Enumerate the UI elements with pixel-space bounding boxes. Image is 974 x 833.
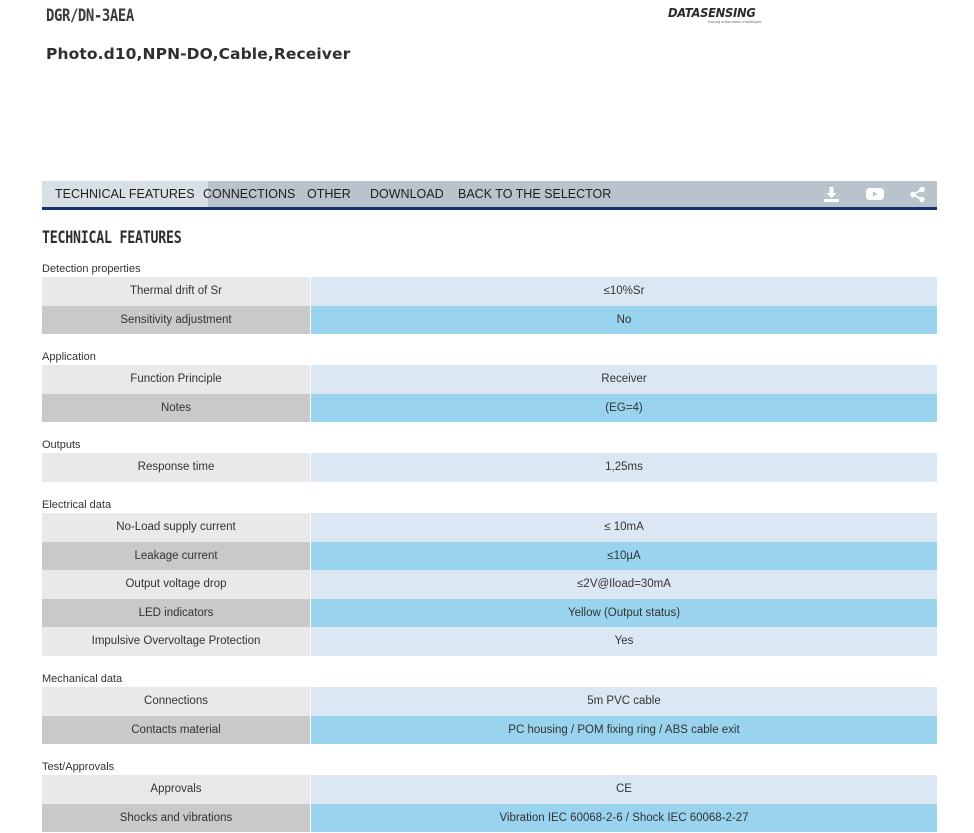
row-value: ≤ 10mA	[311, 512, 937, 542]
group-outputs: Outputs Response time 1,25ms	[42, 438, 937, 482]
row-key: Leakage current	[42, 541, 310, 571]
row-key: Output voltage drop	[42, 570, 310, 599]
row-value: No	[311, 305, 937, 335]
group-title: Test/Approvals	[42, 761, 115, 774]
section-title: TECHNICAL FEATURES	[42, 228, 182, 248]
row-key: Impulsive Overvoltage Protection	[42, 627, 310, 656]
row-value: Yes	[311, 627, 937, 656]
row-value: CE	[311, 775, 937, 804]
logo-wordmark: DATASENSING	[668, 5, 756, 20]
row-key: Response time	[42, 453, 310, 482]
product-code: DGR/DN-3AEA	[46, 6, 134, 26]
row-key: Contacts material	[42, 715, 310, 745]
tab-technical-features[interactable]: TECHNICAL FEATURES	[42, 181, 208, 207]
row-key: Connections	[42, 686, 310, 716]
logo-tagline: tracing automation challenges	[708, 20, 762, 24]
table-row: Output voltage drop ≤2V@Iload=30mA	[42, 570, 937, 599]
youtube-icon[interactable]	[866, 185, 884, 203]
row-key: Notes	[42, 393, 310, 423]
features-table: Detection properties Thermal drift of Sr…	[42, 262, 937, 833]
group-test-approvals: Test/Approvals Approvals CE Shocks and v…	[42, 760, 937, 833]
group-application: Application Function Principle Receiver …	[42, 350, 937, 423]
table-row: Sensitivity adjustment No	[42, 305, 937, 335]
row-key: Thermal drift of Sr	[42, 277, 310, 306]
group-title: Application	[42, 351, 96, 364]
group-detection-properties: Detection properties Thermal drift of Sr…	[42, 262, 937, 335]
group-title: Detection properties	[42, 263, 141, 275]
row-value: (EG=4)	[311, 393, 937, 423]
table-row: Contacts material PC housing / POM fixin…	[42, 715, 937, 745]
row-value: ≤2V@Iload=30mA	[311, 570, 937, 599]
tab-bar: TECHNICAL FEATURES CONNECTIONS OTHER DOW…	[42, 181, 937, 210]
row-value: ≤10%Sr	[311, 277, 937, 306]
row-key: Shocks and vibrations	[42, 803, 310, 833]
row-key: Function Principle	[42, 365, 310, 394]
row-value: Receiver	[311, 365, 937, 394]
row-value: PC housing / POM fixing ring / ABS cable…	[311, 715, 937, 745]
tab-other[interactable]: OTHER	[307, 181, 351, 207]
group-title: Electrical data	[42, 498, 112, 511]
row-value: 1,25ms	[311, 453, 937, 482]
row-value: Yellow (Output status)	[311, 598, 937, 628]
table-row: Response time 1,25ms	[42, 453, 937, 482]
table-row: LED indicators Yellow (Output status)	[42, 598, 937, 628]
table-row: Shocks and vibrations Vibration IEC 6006…	[42, 803, 937, 833]
table-row: Connections 5m PVC cable	[42, 686, 937, 716]
group-title: Outputs	[42, 439, 81, 452]
tab-download[interactable]: DOWNLOAD	[370, 181, 444, 207]
group-title: Mechanical data	[42, 672, 123, 685]
tab-back-to-selector[interactable]: BACK TO THE SELECTOR	[458, 181, 611, 207]
group-mechanical-data: Mechanical data Connections 5m PVC cable…	[42, 672, 937, 745]
table-row: Impulsive Overvoltage Protection Yes	[42, 627, 937, 656]
row-value: 5m PVC cable	[311, 686, 937, 716]
row-key: No-Load supply current	[42, 512, 310, 542]
row-key: Approvals	[42, 775, 310, 804]
table-row: Thermal drift of Sr ≤10%Sr	[42, 277, 937, 306]
group-electrical-data: Electrical data No-Load supply current ≤…	[42, 498, 937, 656]
row-key: Sensitivity adjustment	[42, 305, 310, 335]
table-row: Leakage current ≤10µA	[42, 541, 937, 571]
table-row: No-Load supply current ≤ 10mA	[42, 512, 937, 542]
table-row: Approvals CE	[42, 775, 937, 804]
table-row: Notes (EG=4)	[42, 393, 937, 423]
row-key: LED indicators	[42, 598, 310, 628]
product-description: Photo.d10,NPN-DO,Cable,Receiver	[46, 45, 351, 63]
table-row: Function Principle Receiver	[42, 365, 937, 394]
share-icon[interactable]	[908, 185, 926, 203]
download-icon[interactable]	[822, 185, 840, 203]
row-value: Vibration IEC 60068-2-6 / Shock IEC 6006…	[311, 803, 937, 833]
row-value: ≤10µA	[311, 541, 937, 571]
tab-connections[interactable]: CONNECTIONS	[203, 181, 295, 207]
datasensing-logo: DATASENSING tracing automation challenge…	[668, 5, 762, 26]
